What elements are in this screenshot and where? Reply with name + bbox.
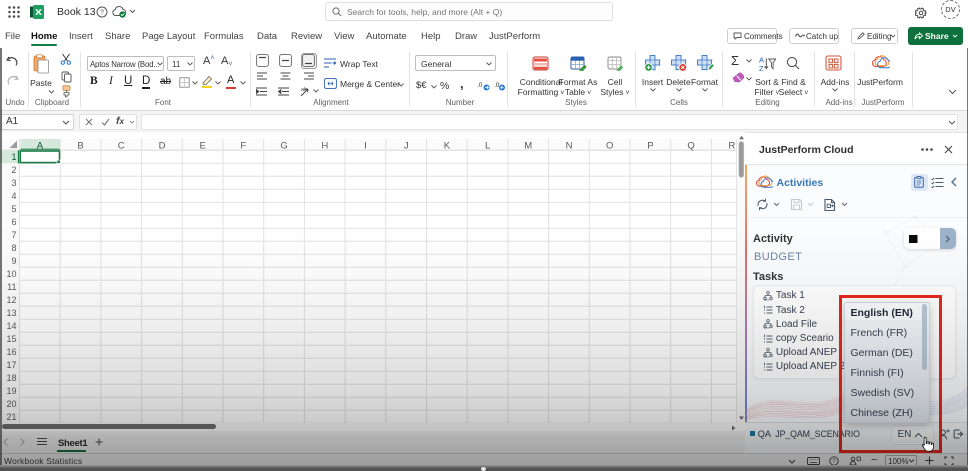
svg-text:Q: Q	[687, 140, 694, 151]
svg-text:P: P	[647, 140, 653, 151]
svg-text:15: 15	[6, 334, 16, 344]
svg-text:2: 2	[11, 165, 16, 175]
svg-text:14: 14	[6, 321, 16, 331]
svg-text:I: I	[364, 140, 367, 151]
svg-text:9: 9	[11, 256, 16, 266]
svg-text:20: 20	[6, 399, 16, 409]
svg-text:A: A	[37, 140, 44, 151]
svg-text:1: 1	[11, 152, 16, 162]
svg-text:6T6: 6T6	[764, 297, 770, 300]
svg-text:12: 12	[6, 295, 16, 305]
svg-text:17: 17	[6, 360, 16, 370]
svg-text:E: E	[200, 140, 206, 151]
svg-text:6T6: 6T6	[764, 326, 770, 329]
svg-text:F: F	[240, 140, 246, 151]
svg-text:8: 8	[11, 243, 16, 253]
svg-text:ab: ab	[301, 87, 307, 93]
svg-text:L: L	[485, 140, 490, 151]
svg-text:R: R	[728, 140, 735, 151]
svg-text:10: 10	[6, 269, 16, 279]
svg-text:.0: .0	[477, 82, 483, 89]
svg-text:O: O	[606, 140, 613, 151]
svg-text:N: N	[566, 140, 573, 151]
svg-text:C: C	[118, 140, 125, 151]
svg-text:11: 11	[7, 282, 16, 292]
svg-text:16: 16	[6, 347, 16, 357]
svg-text:Z: Z	[759, 64, 764, 72]
svg-text:4: 4	[11, 191, 16, 201]
svg-text:18: 18	[6, 373, 16, 383]
svg-text:.0: .0	[494, 82, 500, 89]
svg-text:21: 21	[6, 412, 16, 422]
svg-text:?: ?	[100, 9, 104, 16]
svg-text:3: 3	[11, 178, 16, 188]
svg-text:7: 7	[11, 230, 16, 240]
svg-text:J: J	[404, 140, 409, 151]
svg-text:D: D	[159, 140, 166, 151]
svg-text:K: K	[444, 140, 451, 151]
svg-text:13: 13	[6, 308, 16, 318]
svg-text:5: 5	[11, 204, 16, 214]
svg-text:M: M	[524, 140, 532, 151]
svg-text:G: G	[280, 140, 287, 151]
svg-text:6: 6	[11, 217, 16, 227]
svg-text:6T6: 6T6	[764, 354, 770, 357]
svg-text:H: H	[321, 140, 328, 151]
svg-text:B: B	[77, 140, 83, 151]
svg-text:19: 19	[6, 386, 16, 396]
